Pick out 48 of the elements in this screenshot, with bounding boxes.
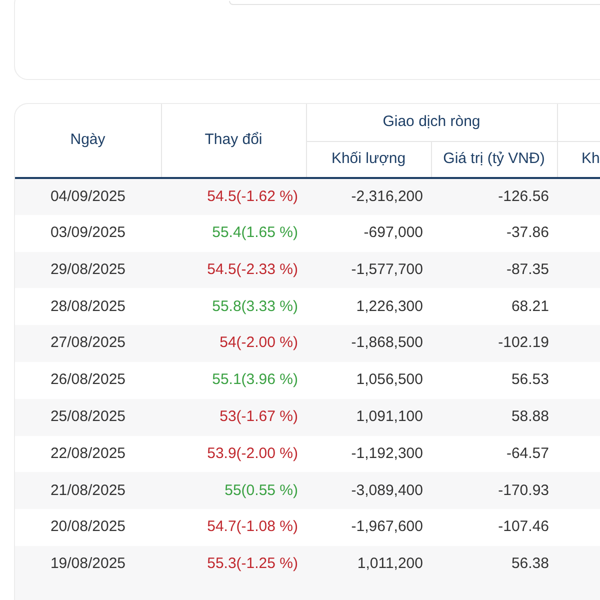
- column-header: Kh: [557, 141, 600, 178]
- value-cell: -37.86: [431, 214, 557, 252]
- change-cell: 54.5(-2.33 %): [161, 252, 306, 288]
- change-cell: 55.8(3.33 %): [161, 288, 306, 326]
- date-cell: 28/08/2025: [15, 288, 161, 326]
- volume-cell: -3,089,400: [306, 472, 431, 510]
- date-cell: 25/08/2025: [15, 398, 161, 436]
- change-cell: 53(-1.67 %): [161, 398, 306, 436]
- date-cell: 21/08/2025: [15, 472, 161, 510]
- value-cell: 56.38: [431, 546, 557, 583]
- change-cell: 54.7(-1.08 %): [161, 509, 306, 546]
- group-header: Giao dịch ròng: [306, 104, 557, 141]
- change-cell: 55.1(3.96 %): [161, 362, 306, 399]
- date-cell: 19/08/2025: [15, 546, 161, 583]
- value-cell: 68.21: [431, 288, 557, 326]
- volume-cell: 1,091,100: [306, 398, 431, 436]
- volume-cell: 1,011,200: [306, 546, 431, 583]
- volume-cell: -1,868,500: [306, 325, 431, 362]
- change-cell: 55.4(1.65 %): [161, 214, 306, 252]
- volume-cell: -1,967,600: [306, 509, 431, 546]
- date-cell: 27/08/2025: [15, 325, 161, 362]
- value-cell: 56.53: [431, 362, 557, 399]
- volume-cell: -697,000: [306, 214, 431, 252]
- date-cell: 29/08/2025: [15, 252, 161, 288]
- change-cell: 55.3(-1.25 %): [161, 546, 306, 583]
- change-cell: 54(-2.00 %): [161, 325, 306, 362]
- volume-cell: 1,056,500: [306, 362, 431, 399]
- volume-cell: -2,316,200: [306, 178, 431, 215]
- value-cell: -64.57: [431, 436, 557, 472]
- volume-cell: -1,192,300: [306, 436, 431, 472]
- volume-cell: -1,577,700: [306, 252, 431, 288]
- volume-cell: 1,226,300: [306, 288, 431, 326]
- value-cell: -126.56: [431, 178, 557, 215]
- date-cell: 20/08/2025: [15, 509, 161, 546]
- date-cell: 26/08/2025: [15, 362, 161, 399]
- value-cell: -170.93: [431, 472, 557, 510]
- column-header: Giá trị (tỷ VNĐ): [431, 141, 557, 178]
- value-cell: -102.19: [431, 325, 557, 362]
- change-cell: 55(0.55 %): [161, 472, 306, 510]
- value-cell: -107.46: [431, 509, 557, 546]
- date-cell: 03/09/2025: [15, 214, 161, 252]
- change-cell: 53.9(-2.00 %): [161, 436, 306, 472]
- column-header: Khối lượng: [306, 141, 431, 178]
- value-cell: 58.88: [431, 398, 557, 436]
- value-cell: -87.35: [431, 252, 557, 288]
- change-cell: 54.5(-1.62 %): [161, 178, 306, 215]
- date-cell: 04/09/2025: [15, 178, 161, 215]
- date-cell: 22/08/2025: [15, 436, 161, 472]
